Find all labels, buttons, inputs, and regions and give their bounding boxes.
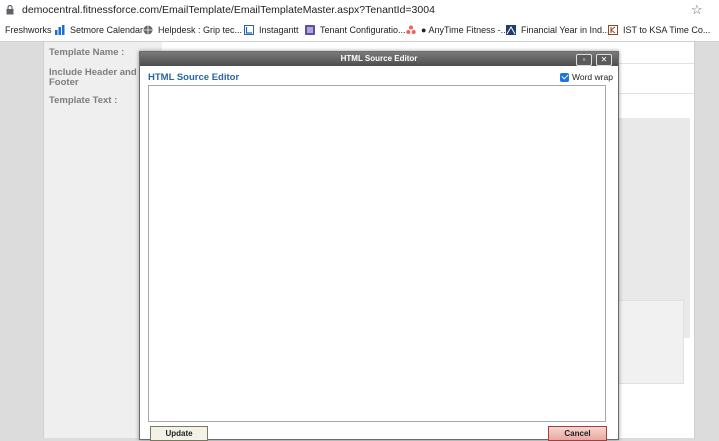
bookmark-financial-year[interactable]: Financial Year in Ind... (506, 25, 610, 35)
bookmark-label: Freshworks (5, 25, 52, 35)
update-button[interactable]: Update (150, 426, 208, 441)
bookmark-setmore[interactable]: Setmore Calendar (55, 25, 143, 35)
asana-icon (406, 25, 416, 34)
bookmark-helpdesk[interactable]: Helpdesk : Grip tec... (143, 25, 242, 35)
bookmark-star-icon[interactable]: ☆ (691, 2, 703, 18)
bookmark-tenant-config[interactable]: Tenant Configuratio... (305, 25, 406, 35)
bookmark-label: ● AnyTime Fitness -... (421, 25, 509, 35)
list-icon (305, 25, 315, 35)
word-wrap-checkbox[interactable] (560, 72, 569, 82)
close-icon[interactable]: ✕ (596, 54, 612, 66)
instagantt-icon (244, 25, 254, 35)
bookmark-freshworks[interactable]: Freshworks (5, 25, 52, 35)
bookmark-label: Setmore Calendar (70, 25, 144, 35)
bookmark-label: Instagantt (259, 25, 299, 35)
bookmark-instagantt[interactable]: Instagantt (244, 25, 299, 35)
address-bar[interactable]: democentral.fitnessforce.com/EmailTempla… (0, 0, 719, 22)
url-text[interactable]: democentral.fitnessforce.com/EmailTempla… (22, 4, 435, 16)
bookmark-ist-ksa[interactable]: IST to KSA Time Co... (608, 25, 710, 35)
include-header-label-line2: Footer (49, 77, 79, 88)
template-text-label: Template Text : (49, 95, 118, 106)
template-name-label: Template Name : (49, 47, 125, 58)
bookmark-label: IST to KSA Time Co... (623, 25, 711, 35)
html-source-editor-dialog: HTML Source Editor ▫ ✕ HTML Source Edito… (139, 51, 619, 441)
bookmark-label: Helpdesk : Grip tec... (158, 25, 243, 35)
html-source-textarea[interactable] (148, 85, 606, 422)
bar-chart-icon (55, 25, 65, 35)
word-wrap-label: Word wrap (572, 72, 613, 82)
financial-icon (506, 25, 516, 35)
dialog-title: HTML Source Editor (340, 54, 418, 63)
bookmark-anytime-fitness[interactable]: ● AnyTime Fitness -... (406, 25, 508, 35)
lock-icon (6, 5, 14, 15)
dialog-heading: HTML Source Editor (148, 72, 240, 83)
word-wrap-toggle[interactable]: Word wrap (560, 72, 613, 82)
clock-converter-icon (608, 25, 618, 35)
maximize-icon[interactable]: ▫ (576, 54, 592, 66)
bookmark-label: Tenant Configuratio... (320, 25, 406, 35)
globe-icon (143, 25, 153, 35)
cancel-button[interactable]: Cancel (548, 426, 607, 441)
bookmarks-bar: Freshworks Setmore Calendar Helpdesk : G… (0, 22, 719, 42)
dialog-titlebar[interactable]: HTML Source Editor ▫ ✕ (140, 52, 618, 66)
bookmark-label: Financial Year in Ind... (521, 25, 610, 35)
